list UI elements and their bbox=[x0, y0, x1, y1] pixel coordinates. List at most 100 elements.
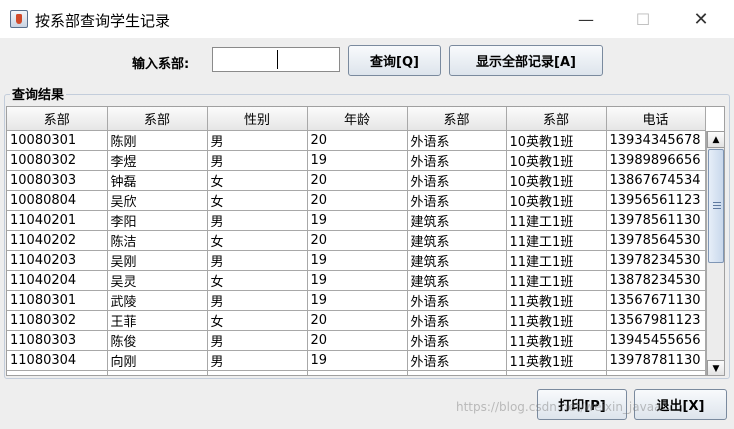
table-cell[interactable]: 11080303 bbox=[7, 330, 108, 351]
column-header[interactable]: 电话 bbox=[606, 107, 706, 131]
table-cell[interactable]: 10英教1班 bbox=[506, 150, 607, 171]
query-button[interactable]: 查询[Q] bbox=[348, 45, 441, 76]
table-cell[interactable]: 陈俊 bbox=[107, 330, 208, 351]
column-header[interactable]: 性别 bbox=[207, 107, 308, 131]
table-cell[interactable]: 20 bbox=[307, 330, 408, 351]
column-header[interactable]: 系部 bbox=[506, 107, 607, 131]
arrow-down-icon[interactable]: ▼ bbox=[707, 360, 724, 375]
table-cell[interactable]: 钟磊 bbox=[107, 170, 208, 191]
show-all-records-button[interactable]: 显示全部记录[A] bbox=[449, 45, 603, 76]
table-cell[interactable]: 男 bbox=[207, 330, 308, 351]
table-cell[interactable]: 10080302 bbox=[7, 150, 108, 171]
scrollbar-thumb[interactable] bbox=[708, 149, 724, 263]
table-cell[interactable]: 陈刚 bbox=[107, 130, 208, 151]
table-row[interactable] bbox=[7, 370, 706, 375]
table-cell[interactable] bbox=[407, 370, 507, 375]
table-cell[interactable]: 11040203 bbox=[7, 250, 108, 271]
table-cell[interactable]: 13934345678 bbox=[606, 130, 706, 151]
table-cell[interactable]: 11建工1班 bbox=[506, 250, 607, 271]
table-row[interactable]: 11040203 吴刚男 19 建筑系 11建工1班 13978234530 bbox=[7, 250, 706, 271]
table-cell[interactable]: 10080301 bbox=[7, 130, 108, 151]
table-cell[interactable]: 11建工1班 bbox=[506, 270, 607, 291]
table-cell[interactable]: 10英教1班 bbox=[506, 190, 607, 211]
table-cell[interactable]: 11英教1班 bbox=[506, 350, 607, 371]
table-cell[interactable]: 13945455656 bbox=[606, 330, 706, 351]
table-row[interactable]: 10080301 陈刚男 20 外语系 10英教1班 13934345678 bbox=[7, 130, 706, 151]
table-cell[interactable]: 11英教1班 bbox=[506, 310, 607, 331]
table-row[interactable]: 10080303 钟磊女 20 外语系 10英教1班 13867674534 bbox=[7, 170, 706, 191]
table-row[interactable]: 11080304 向刚男 19 外语系 11英教1班 13978781130 bbox=[7, 350, 706, 371]
table-cell[interactable]: 吴欣 bbox=[107, 190, 208, 211]
table-cell[interactable]: 女 bbox=[207, 190, 308, 211]
table-cell[interactable]: 武陵 bbox=[107, 290, 208, 311]
table-cell[interactable]: 19 bbox=[307, 290, 408, 311]
maximize-button[interactable]: ☐ bbox=[620, 6, 666, 32]
table-cell[interactable]: 20 bbox=[307, 170, 408, 191]
table-cell[interactable]: 外语系 bbox=[407, 290, 507, 311]
table-cell[interactable]: 建筑系 bbox=[407, 270, 507, 291]
table-row[interactable]: 10080804 吴欣女 20 外语系 10英教1班 13956561123 bbox=[7, 190, 706, 211]
table-cell[interactable]: 13567671130 bbox=[606, 290, 706, 311]
table-cell[interactable]: 男 bbox=[207, 290, 308, 311]
column-header[interactable]: 系部 bbox=[107, 107, 208, 131]
minimize-button[interactable]: — bbox=[563, 6, 609, 32]
table-cell[interactable]: 10080804 bbox=[7, 190, 108, 211]
table-cell[interactable] bbox=[606, 370, 706, 375]
table-cell[interactable]: 外语系 bbox=[407, 150, 507, 171]
table-cell[interactable]: 13878234530 bbox=[606, 270, 706, 291]
table-cell[interactable]: 陈洁 bbox=[107, 230, 208, 251]
table-row[interactable]: 11080302 王菲女 20 外语系 11英教1班 13567981123 bbox=[7, 310, 706, 331]
arrow-up-icon[interactable]: ▲ bbox=[707, 131, 724, 148]
table-cell[interactable]: 13989896656 bbox=[606, 150, 706, 171]
table-cell[interactable]: 13867674534 bbox=[606, 170, 706, 191]
table-cell[interactable]: 外语系 bbox=[407, 350, 507, 371]
table-cell[interactable]: 女 bbox=[207, 170, 308, 191]
table-cell[interactable]: 13978561130 bbox=[606, 210, 706, 231]
table-cell[interactable]: 20 bbox=[307, 130, 408, 151]
table-cell[interactable]: 11建工1班 bbox=[506, 210, 607, 231]
table-cell[interactable]: 11080304 bbox=[7, 350, 108, 371]
table-cell[interactable]: 女 bbox=[207, 230, 308, 251]
table-cell[interactable]: 19 bbox=[307, 210, 408, 231]
table-cell[interactable]: 10080303 bbox=[7, 170, 108, 191]
table-cell[interactable]: 建筑系 bbox=[407, 250, 507, 271]
results-table-container[interactable]: 系部 系部 性别 年龄 系部 系部 电话 10080301 陈刚男 20 外语系 10英… bbox=[6, 106, 725, 376]
table-cell[interactable]: 11040202 bbox=[7, 230, 108, 251]
table-row[interactable]: 11080301 武陵男 19 外语系 11英教1班 13567671130 bbox=[7, 290, 706, 311]
table-cell[interactable]: 10英教1班 bbox=[506, 130, 607, 151]
table-cell[interactable] bbox=[7, 370, 108, 375]
table-cell[interactable]: 女 bbox=[207, 270, 308, 291]
table-cell[interactable]: 11040201 bbox=[7, 210, 108, 231]
table-cell[interactable]: 李阳 bbox=[107, 210, 208, 231]
table-cell[interactable]: 男 bbox=[207, 130, 308, 151]
table-cell[interactable]: 10英教1班 bbox=[506, 170, 607, 191]
table-row[interactable]: 11040201 李阳男 19 建筑系 11建工1班 13978561130 bbox=[7, 210, 706, 231]
table-cell[interactable]: 外语系 bbox=[407, 330, 507, 351]
table-row[interactable]: 11040204 吴灵女 19 建筑系 11建工1班 13878234530 bbox=[7, 270, 706, 291]
table-cell[interactable]: 13956561123 bbox=[606, 190, 706, 211]
table-row[interactable]: 11040202 陈洁女 20 建筑系 11建工1班 13978564530 bbox=[7, 230, 706, 251]
table-cell[interactable]: 13978781130 bbox=[606, 350, 706, 371]
table-cell[interactable]: 20 bbox=[307, 230, 408, 251]
vertical-scrollbar[interactable]: ▲ ▼ bbox=[706, 131, 724, 375]
table-cell[interactable]: 11英教1班 bbox=[506, 330, 607, 351]
table-cell[interactable] bbox=[307, 370, 408, 375]
table-cell[interactable]: 13978234530 bbox=[606, 250, 706, 271]
exit-button[interactable]: 退出[X] bbox=[634, 389, 727, 420]
table-cell[interactable]: 男 bbox=[207, 150, 308, 171]
table-cell[interactable]: 11080302 bbox=[7, 310, 108, 331]
department-input[interactable] bbox=[212, 47, 340, 72]
table-cell[interactable] bbox=[506, 370, 607, 375]
table-cell[interactable]: 男 bbox=[207, 350, 308, 371]
table-cell[interactable]: 19 bbox=[307, 270, 408, 291]
table-cell[interactable]: 13978564530 bbox=[606, 230, 706, 251]
table-cell[interactable]: 20 bbox=[307, 190, 408, 211]
table-cell[interactable] bbox=[107, 370, 208, 375]
close-button[interactable]: ✕ bbox=[678, 6, 724, 32]
table-cell[interactable]: 吴刚 bbox=[107, 250, 208, 271]
table-cell[interactable]: 20 bbox=[307, 310, 408, 331]
table-cell[interactable]: 李煜 bbox=[107, 150, 208, 171]
table-row[interactable]: 10080302 李煜男 19 外语系 10英教1班 13989896656 bbox=[7, 150, 706, 171]
table-cell[interactable]: 男 bbox=[207, 210, 308, 231]
table-cell[interactable]: 13567981123 bbox=[606, 310, 706, 331]
